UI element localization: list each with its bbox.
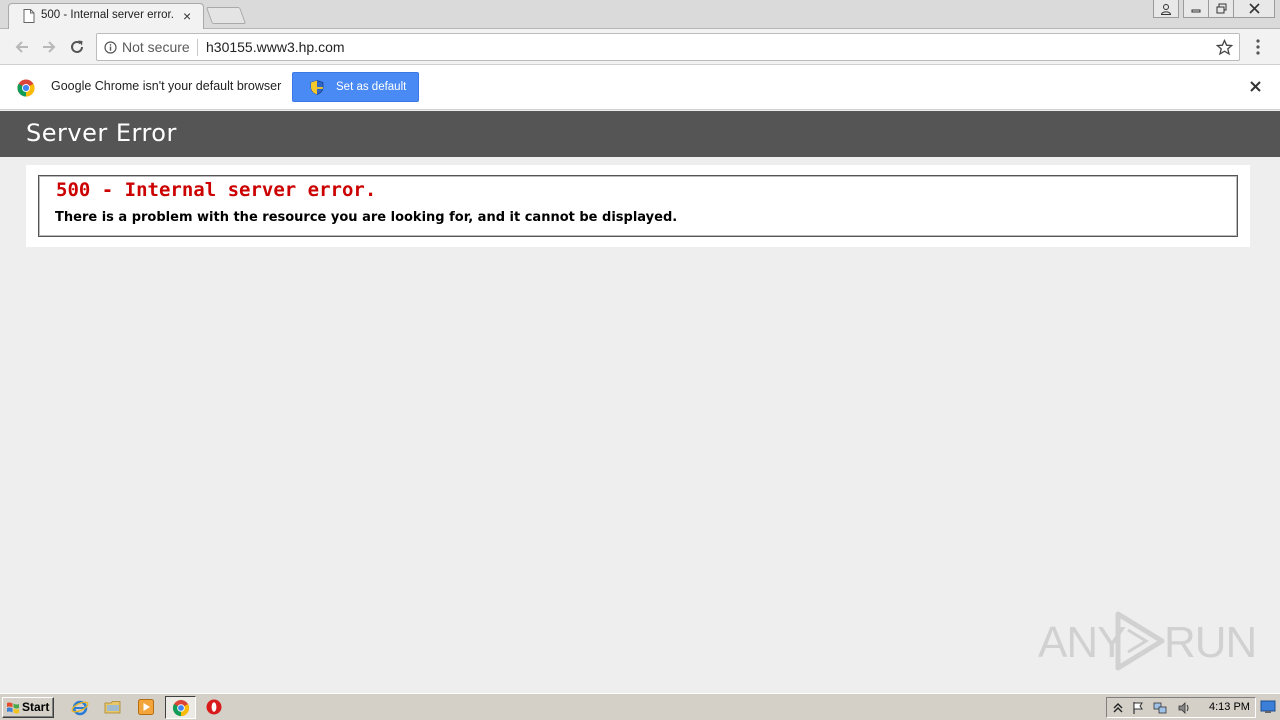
restore-icon — [1216, 3, 1226, 14]
minimize-icon — [1191, 9, 1201, 12]
play-triangle-icon — [1115, 611, 1165, 671]
reload-icon[interactable] — [68, 38, 86, 56]
page-icon — [23, 9, 35, 23]
start-button[interactable]: Start — [2, 697, 54, 718]
kebab-menu-icon[interactable] — [1252, 38, 1264, 56]
start-label: Start — [22, 700, 50, 714]
minimize-button[interactable] — [1183, 0, 1209, 18]
page-header: Server Error — [0, 111, 1280, 157]
error-heading: 500 - Internal server error. — [56, 179, 377, 201]
close-icon[interactable] — [1248, 79, 1263, 94]
taskbar-clock[interactable]: 4:13 PM — [1209, 701, 1250, 713]
taskbar-chrome-button[interactable] — [165, 696, 196, 719]
back-arrow-icon[interactable] — [13, 38, 31, 56]
person-icon — [1160, 3, 1172, 15]
omnibox-divider — [197, 39, 198, 56]
close-window-button[interactable] — [1233, 0, 1275, 18]
default-browser-infobar: Google Chrome isn't your default browser… — [0, 65, 1280, 110]
watermark-run: RUN — [1164, 618, 1257, 667]
error-description: There is a problem with the resource you… — [55, 210, 678, 225]
internet-explorer-icon[interactable] — [71, 698, 89, 716]
uac-shield-icon — [310, 80, 324, 95]
security-label[interactable]: Not secure — [122, 39, 190, 55]
windows-flag-icon — [7, 702, 19, 714]
url-text[interactable]: h30155.www3.hp.com — [206, 39, 345, 55]
error-content: 500 - Internal server error. There is a … — [26, 165, 1250, 247]
close-icon — [1248, 3, 1260, 14]
system-tray: 4:13 PM — [1106, 697, 1256, 718]
network-icon[interactable] — [1153, 701, 1167, 715]
browser-toolbar: Not secure h30155.www3.hp.com — [0, 29, 1280, 65]
bookmark-star-icon[interactable] — [1216, 39, 1233, 56]
action-center-flag-icon[interactable] — [1131, 701, 1145, 715]
error-box: 500 - Internal server error. There is a … — [38, 175, 1238, 237]
address-bar[interactable]: Not secure h30155.www3.hp.com — [96, 33, 1240, 61]
profile-button[interactable] — [1153, 0, 1179, 18]
infobar-message: Google Chrome isn't your default browser — [51, 79, 282, 93]
tab-strip: 500 - Internal server error. × — [0, 0, 1280, 29]
tab-close-icon[interactable]: × — [183, 8, 191, 24]
volume-icon[interactable] — [1177, 701, 1191, 715]
explorer-folder-icon[interactable] — [104, 698, 122, 716]
anyrun-watermark: ANY RUN — [1038, 610, 1257, 672]
set-as-default-label: Set as default — [336, 81, 407, 93]
browser-tab[interactable]: 500 - Internal server error. × — [8, 3, 204, 29]
media-player-icon[interactable] — [137, 698, 155, 716]
opera-icon[interactable] — [205, 698, 223, 716]
windows-taskbar: Start 4:13 PM — [0, 693, 1280, 720]
tab-title: 500 - Internal server error. — [41, 9, 174, 21]
page-title: Server Error — [26, 119, 177, 147]
new-tab-button[interactable] — [205, 7, 247, 24]
chrome-icon — [172, 700, 190, 716]
set-as-default-button[interactable]: Set as default — [292, 72, 419, 102]
show-desktop-icon[interactable] — [1260, 700, 1276, 714]
chrome-logo-icon — [17, 79, 35, 97]
forward-arrow-icon[interactable] — [40, 38, 58, 56]
show-hidden-icons-icon[interactable] — [1111, 701, 1125, 715]
restore-button[interactable] — [1208, 0, 1234, 18]
info-icon[interactable] — [104, 41, 117, 54]
